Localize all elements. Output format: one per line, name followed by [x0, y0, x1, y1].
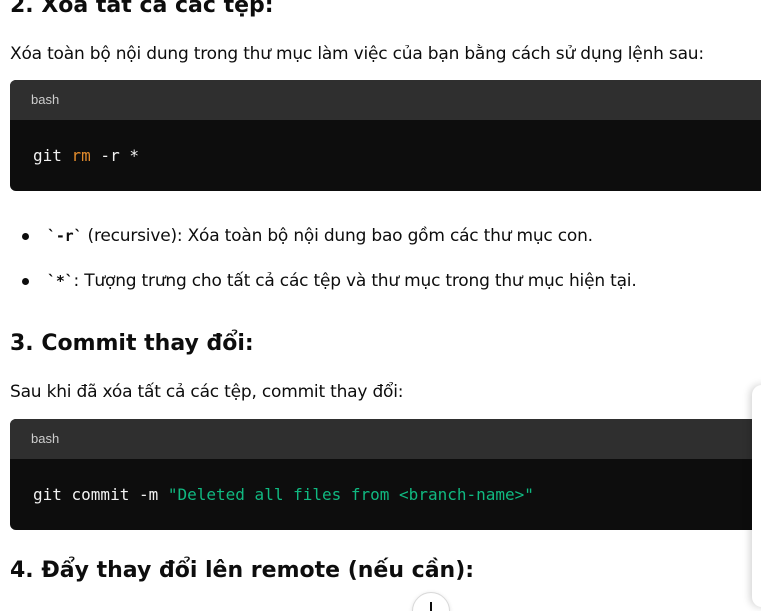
bullet-dot-icon — [22, 233, 29, 240]
bullet-dot-icon — [22, 278, 29, 285]
inline-code: `*` — [47, 272, 74, 290]
code-token-args: -r * — [90, 146, 139, 165]
arrow-down-icon — [430, 602, 432, 611]
section-heading-push: 4. Đẩy thay đổi lên remote (nếu cần): — [10, 558, 475, 583]
section-heading-commit: 3. Commit thay đổi: — [10, 331, 254, 356]
inline-code: `-r` — [47, 227, 83, 245]
code-block-git-commit: bash git commit -m "Deleted all files fr… — [10, 419, 761, 530]
section-intro-delete-files: Xóa toàn bộ nội dung trong thư mục làm v… — [10, 44, 704, 64]
chat-message-content: 2. Xóa tất cả các tệp: Xóa toàn bộ nội d… — [0, 0, 761, 611]
code-token-command: git — [33, 146, 72, 165]
code-token-keyword: rm — [71, 146, 91, 165]
options-list: `-r` (recursive): Xóa toàn bộ nội dung b… — [10, 224, 637, 314]
list-item: `*`: Tượng trưng cho tất cả các tệp và t… — [10, 269, 637, 314]
code-language-label: bash — [10, 80, 761, 120]
list-item: `-r` (recursive): Xóa toàn bộ nội dung b… — [10, 224, 637, 269]
scroll-down-button[interactable] — [412, 592, 450, 611]
list-item-text: : Tượng trưng cho tất cả các tệp và thư … — [73, 271, 637, 291]
code-token-string: "Deleted all files from <branch-name>" — [167, 485, 534, 504]
code-block-git-rm: bash git rm -r * — [10, 80, 761, 191]
code-content[interactable]: git rm -r * — [10, 120, 761, 191]
code-language-label: bash — [10, 419, 761, 459]
code-content[interactable]: git commit -m "Deleted all files from <b… — [10, 459, 761, 530]
section-intro-commit: Sau khi đã xóa tất cả các tệp, commit th… — [10, 382, 404, 402]
side-panel[interactable] — [752, 385, 761, 607]
section-heading-delete-files: 2. Xóa tất cả các tệp: — [10, 0, 274, 18]
list-item-text: (recursive): Xóa toàn bộ nội dung bao gồ… — [82, 226, 594, 246]
code-token-command: git commit -m — [33, 485, 168, 504]
